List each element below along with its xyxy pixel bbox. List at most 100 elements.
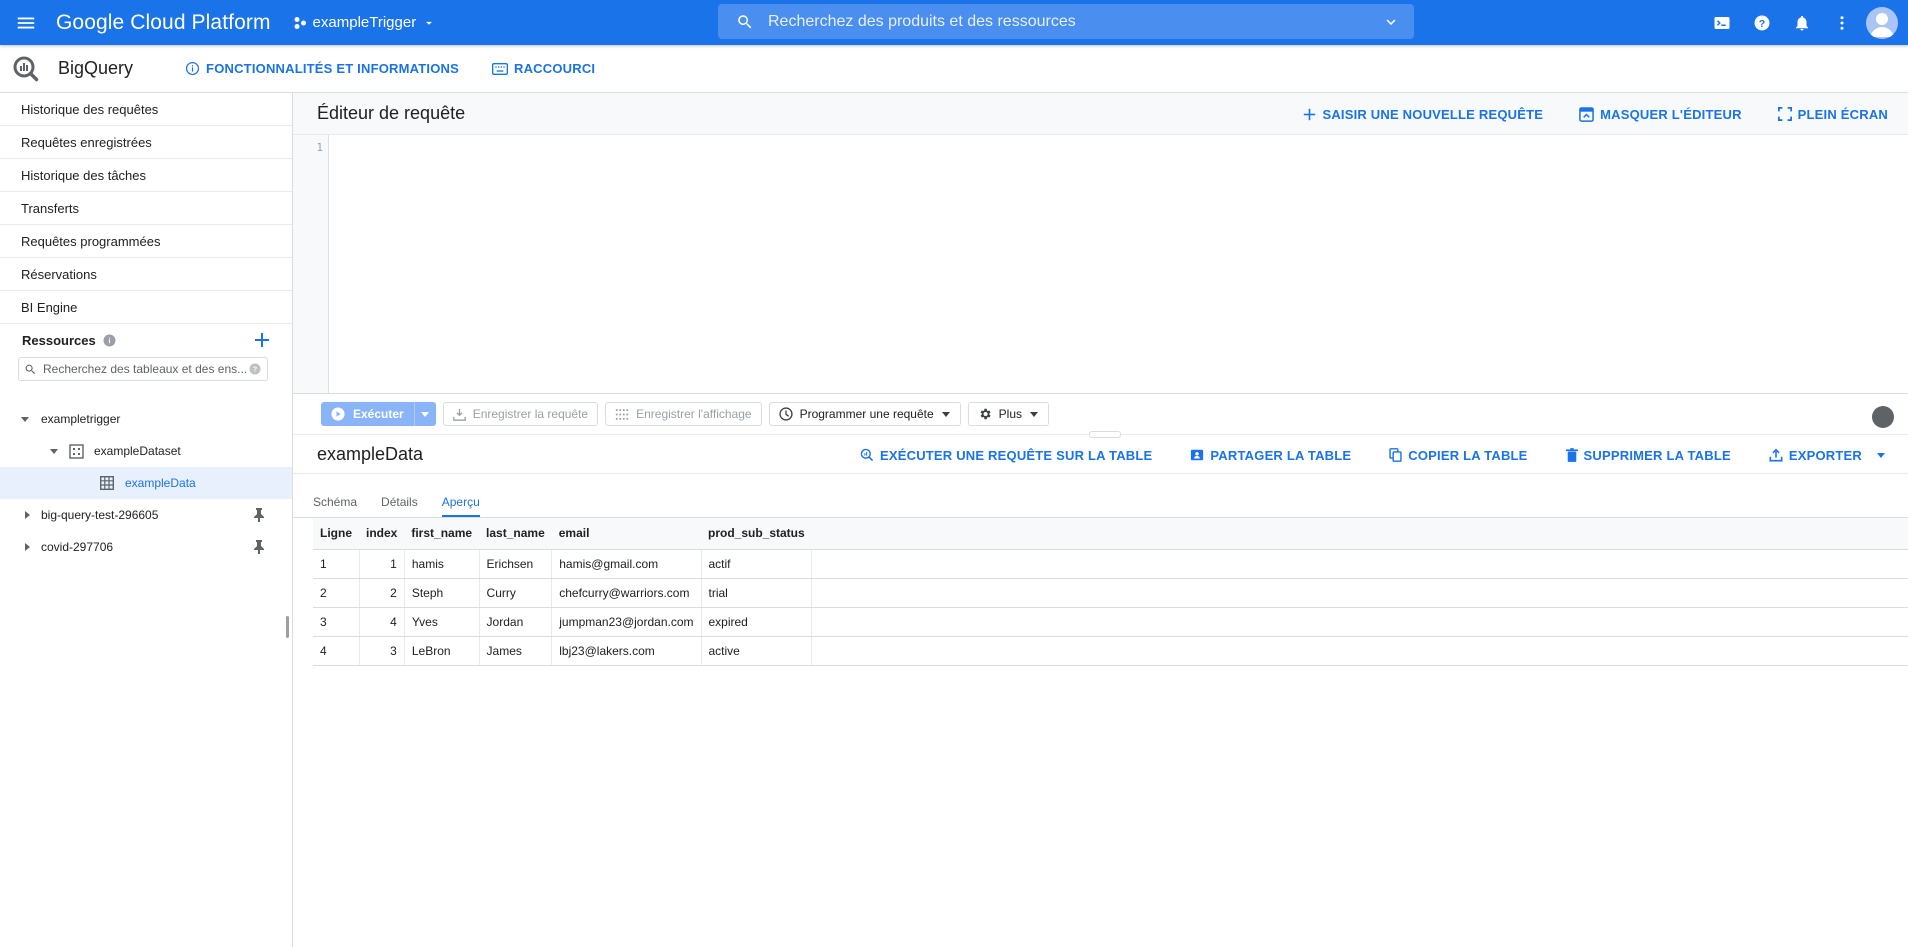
gcp-brand[interactable]: Google Cloud Platform (56, 11, 271, 35)
fullscreen-button[interactable]: PLEIN ÉCRAN (1777, 106, 1888, 122)
copy-table-button[interactable]: COPIER LA TABLE (1389, 448, 1527, 463)
global-search[interactable]: Recherchez des produits et des ressource… (718, 4, 1414, 39)
tree-item-label: covid-297706 (41, 540, 114, 554)
chevron-down-icon[interactable] (1382, 13, 1400, 31)
add-data-icon[interactable] (254, 332, 270, 348)
sidebar-item-label: BI Engine (21, 299, 78, 315)
resource-tree: exampletrigger exampleDataset exampleDat… (0, 403, 292, 563)
cell-email: hamis@gmail.com (551, 549, 702, 579)
schedule-query-button[interactable]: Programmer une requête (768, 402, 961, 426)
sidebar-item-reservations[interactable]: Réservations (0, 258, 292, 291)
run-button[interactable]: Exécuter (321, 402, 414, 426)
delete-table-button[interactable]: SUPPRIMER LA TABLE (1565, 448, 1731, 463)
pin-icon[interactable] (253, 508, 265, 522)
preview-table: Ligne index first_name last_name email p… (313, 518, 1908, 666)
menu-icon[interactable] (0, 0, 52, 45)
new-query-button[interactable]: SAISIR UNE NOUVELLE REQUÊTE (1303, 107, 1543, 122)
table-tabs: Schéma Détails Aperçu (293, 474, 1908, 518)
more-vert-icon[interactable] (1822, 0, 1862, 45)
table-header-row: Ligne index first_name last_name email p… (313, 518, 1908, 550)
top-app-bar: Google Cloud Platform exampleTrigger Rec… (0, 0, 1908, 45)
dataset-icon (69, 443, 84, 459)
sidebar-item-label: Réservations (21, 266, 97, 282)
cell-first-name: Steph (404, 578, 480, 608)
more-button[interactable]: Plus (967, 402, 1049, 426)
cloud-shell-icon[interactable] (1702, 0, 1742, 45)
tab-schema[interactable]: Schéma (313, 495, 357, 517)
tab-details[interactable]: Détails (381, 495, 418, 517)
tree-item-label: exampleData (125, 476, 196, 490)
editor-resize-handle[interactable] (1089, 431, 1121, 438)
help-icon[interactable]: ? (249, 363, 261, 375)
sidebar-item-saved-queries[interactable]: Requêtes enregistrées (0, 126, 292, 159)
sidebar-item-transfers[interactable]: Transferts (0, 192, 292, 225)
query-editor[interactable]: 1 (293, 135, 1908, 394)
shortcuts-button[interactable]: RACCOURCI (492, 61, 595, 76)
share-table-button[interactable]: PARTAGER LA TABLE (1190, 448, 1351, 463)
column-header-last-name: last_name (479, 518, 552, 550)
notifications-icon[interactable] (1782, 0, 1822, 45)
cell-index: 4 (359, 607, 405, 637)
resources-search-input[interactable]: Recherchez des tableaux et des ens... (43, 362, 249, 376)
sidebar-item-query-history[interactable]: Historique des requêtes (0, 93, 292, 126)
search-icon (736, 13, 754, 31)
tree-item-label: exampleDataset (94, 444, 181, 458)
cell-prod-sub-status: trial (701, 578, 813, 608)
info-icon[interactable] (103, 334, 116, 347)
bigquery-logo-icon (12, 55, 40, 83)
help-icon[interactable]: ? (1742, 0, 1782, 45)
sidebar-item-scheduled-queries[interactable]: Requêtes programmées (0, 225, 292, 258)
clock-icon (778, 407, 793, 421)
features-button[interactable]: FONCTIONNALITÉS ET INFORMATIONS (185, 61, 459, 76)
table-icon (100, 476, 114, 490)
search-input[interactable]: Recherchez des produits et des ressource… (768, 13, 1382, 31)
sidebar-item-bi-engine[interactable]: BI Engine (0, 291, 292, 324)
pin-icon[interactable] (253, 540, 265, 554)
tree-project-exampletrigger[interactable]: exampletrigger (0, 403, 292, 435)
row-filler (811, 607, 1908, 637)
editor-header: Éditeur de requête SAISIR UNE NOUVELLE R… (293, 93, 1908, 135)
share-table-label: PARTAGER LA TABLE (1210, 447, 1352, 463)
query-table-button[interactable]: EXÉCUTER UNE REQUÊTE SUR LA TABLE (860, 448, 1152, 463)
export-button[interactable]: EXPORTER (1769, 448, 1886, 463)
export-icon (1769, 448, 1783, 462)
project-selector[interactable]: exampleTrigger (293, 14, 437, 31)
resources-search[interactable]: Recherchez des tableaux et des ens... ? (18, 357, 268, 381)
view-icon (615, 408, 629, 421)
column-header-ligne: Ligne (313, 518, 359, 550)
left-sidebar: Historique des requêtes Requêtes enregis… (0, 93, 293, 947)
save-query-button[interactable]: Enregistrer la requête (442, 402, 599, 426)
info-icon (185, 61, 200, 76)
sidebar-item-label: Historique des tâches (21, 167, 147, 183)
tree-dataset-exampledataset[interactable]: exampleDataset (0, 435, 292, 467)
caret-down-icon[interactable] (49, 446, 59, 456)
sidebar-item-job-history[interactable]: Historique des tâches (0, 159, 292, 192)
row-filler (811, 578, 1908, 608)
cell-last-name: James (479, 636, 553, 666)
svg-text:?: ? (1759, 17, 1765, 29)
save-view-button[interactable]: Enregistrer l'affichage (605, 402, 762, 426)
table-header: exampleData EXÉCUTER UNE REQUÊTE SUR LA … (293, 434, 1908, 474)
caret-right-icon[interactable] (22, 510, 32, 520)
plus-icon (1303, 108, 1316, 121)
main-panel: Éditeur de requête SAISIR UNE NOUVELLE R… (293, 93, 1908, 947)
cell-email: lbj23@lakers.com (551, 636, 702, 666)
save-icon (452, 408, 466, 421)
tree-project-big-query-test[interactable]: big-query-test-296605 (0, 499, 292, 531)
cell-row-number: 1 (313, 549, 360, 579)
run-options-dropdown[interactable] (413, 402, 436, 426)
run-button-group: Exécuter (321, 402, 436, 426)
hide-editor-button[interactable]: MASQUER L'ÉDITEUR (1579, 107, 1742, 122)
product-bar: BigQuery FONCTIONNALITÉS ET INFORMATIONS… (0, 45, 1908, 93)
tree-project-covid[interactable]: covid-297706 (0, 531, 292, 563)
caret-down-icon[interactable] (20, 414, 30, 424)
tree-table-exampledata[interactable]: exampleData (0, 467, 292, 499)
editor-title: Éditeur de requête (317, 103, 466, 123)
more-label: Plus (998, 407, 1022, 421)
project-icon (293, 16, 307, 30)
sidebar-scrollbar[interactable] (286, 616, 289, 638)
fullscreen-label: PLEIN ÉCRAN (1797, 106, 1888, 122)
caret-right-icon[interactable] (22, 542, 32, 552)
tab-preview[interactable]: Aperçu (441, 495, 480, 517)
account-avatar[interactable] (1866, 6, 1898, 39)
